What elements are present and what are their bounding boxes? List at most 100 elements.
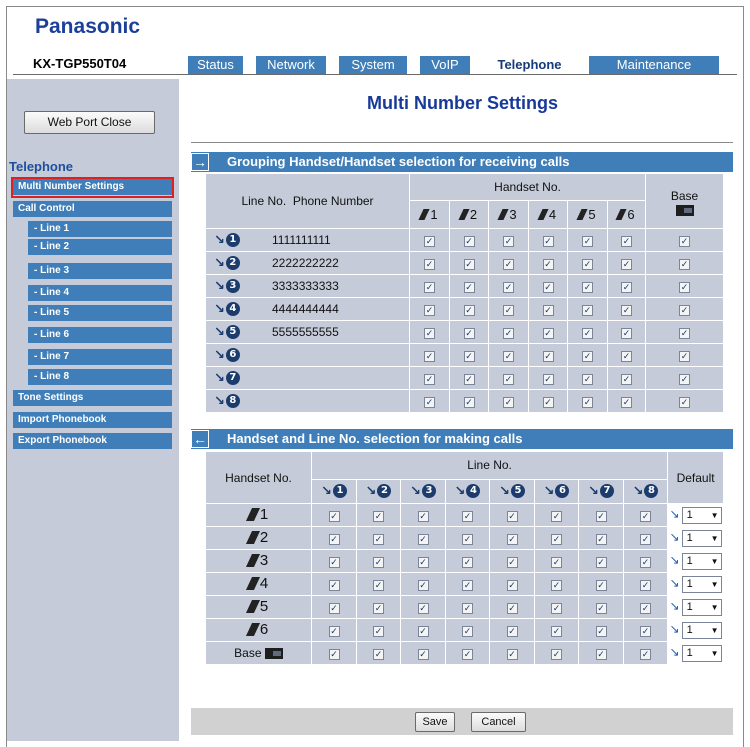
handset-checkbox[interactable]: ✓: [621, 305, 632, 316]
line-checkbox[interactable]: ✓: [640, 557, 652, 568]
handset-checkbox[interactable]: ✓: [424, 305, 435, 316]
handset-checkbox[interactable]: ✓: [503, 305, 514, 316]
line-checkbox[interactable]: ✓: [595, 603, 607, 614]
line-checkbox[interactable]: ✓: [551, 511, 562, 522]
handset-checkbox[interactable]: ✓: [621, 328, 632, 339]
handset-checkbox[interactable]: ✓: [503, 282, 514, 293]
line-checkbox[interactable]: ✓: [373, 557, 384, 568]
line-checkbox[interactable]: ✓: [462, 649, 473, 660]
handset-checkbox[interactable]: ✓: [582, 328, 593, 339]
line-checkbox[interactable]: ✓: [328, 649, 340, 660]
handset-checkbox[interactable]: ✓: [621, 282, 632, 293]
sidebar-item-line-6[interactable]: - Line 6: [28, 327, 172, 343]
base-checkbox[interactable]: ✓: [679, 351, 691, 362]
line-checkbox[interactable]: ✓: [640, 603, 652, 614]
line-checkbox[interactable]: ✓: [373, 603, 384, 614]
line-checkbox[interactable]: ✓: [551, 649, 562, 660]
handset-checkbox[interactable]: ✓: [542, 397, 554, 408]
line-checkbox[interactable]: ✓: [328, 603, 340, 614]
handset-checkbox[interactable]: ✓: [582, 236, 593, 247]
base-checkbox[interactable]: ✓: [679, 374, 691, 385]
line-checkbox[interactable]: ✓: [417, 649, 429, 660]
sidebar-item-line-1[interactable]: - Line 1: [28, 221, 172, 237]
line-checkbox[interactable]: ✓: [640, 534, 652, 545]
save-button[interactable]: Save: [415, 712, 455, 732]
tab-system[interactable]: System: [339, 56, 407, 74]
line-checkbox[interactable]: ✓: [462, 626, 473, 637]
line-checkbox[interactable]: ✓: [595, 534, 607, 545]
sidebar-item-line-2[interactable]: - Line 2: [28, 239, 172, 255]
handset-checkbox[interactable]: ✓: [424, 397, 435, 408]
line-checkbox[interactable]: ✓: [417, 580, 429, 591]
sidebar-item-export-phonebook[interactable]: Export Phonebook: [13, 433, 172, 449]
handset-checkbox[interactable]: ✓: [621, 351, 632, 362]
line-checkbox[interactable]: ✓: [640, 580, 652, 591]
line-checkbox[interactable]: ✓: [551, 626, 562, 637]
line-checkbox[interactable]: ✓: [506, 580, 518, 591]
line-checkbox[interactable]: ✓: [506, 511, 518, 522]
handset-checkbox[interactable]: ✓: [621, 374, 632, 385]
handset-checkbox[interactable]: ✓: [424, 328, 435, 339]
web-port-close-button[interactable]: Web Port Close: [24, 111, 155, 134]
line-checkbox[interactable]: ✓: [462, 580, 473, 591]
base-checkbox[interactable]: ✓: [679, 236, 691, 247]
line-checkbox[interactable]: ✓: [462, 557, 473, 568]
line-checkbox[interactable]: ✓: [640, 511, 652, 522]
base-checkbox[interactable]: ✓: [679, 397, 691, 408]
base-checkbox[interactable]: ✓: [679, 282, 691, 293]
handset-checkbox[interactable]: ✓: [621, 397, 632, 408]
line-checkbox[interactable]: ✓: [328, 557, 340, 568]
tab-status[interactable]: Status: [188, 56, 243, 74]
sidebar-item-call-control[interactable]: Call Control: [13, 201, 172, 217]
line-checkbox[interactable]: ✓: [373, 511, 384, 522]
handset-checkbox[interactable]: ✓: [542, 236, 554, 247]
default-line-select[interactable]: 1 ▼: [681, 575, 722, 593]
default-line-select[interactable]: 1 ▼: [681, 644, 722, 662]
line-checkbox[interactable]: ✓: [595, 626, 607, 637]
line-checkbox[interactable]: ✓: [417, 626, 429, 637]
handset-checkbox[interactable]: ✓: [463, 328, 475, 339]
line-checkbox[interactable]: ✓: [462, 603, 473, 614]
handset-checkbox[interactable]: ✓: [542, 351, 554, 362]
default-line-select[interactable]: 1 ▼: [681, 552, 722, 570]
handset-checkbox[interactable]: ✓: [542, 328, 554, 339]
handset-checkbox[interactable]: ✓: [463, 351, 475, 362]
line-checkbox[interactable]: ✓: [417, 603, 429, 614]
handset-checkbox[interactable]: ✓: [463, 305, 475, 316]
sidebar-item-line-8[interactable]: - Line 8: [28, 369, 172, 385]
tab-network[interactable]: Network: [256, 56, 326, 74]
handset-checkbox[interactable]: ✓: [542, 259, 554, 270]
handset-checkbox[interactable]: ✓: [424, 351, 435, 362]
line-checkbox[interactable]: ✓: [640, 649, 652, 660]
default-line-select[interactable]: 1 ▼: [681, 529, 722, 547]
line-checkbox[interactable]: ✓: [417, 534, 429, 545]
tab-maintenance[interactable]: Maintenance: [589, 56, 719, 74]
handset-checkbox[interactable]: ✓: [542, 374, 554, 385]
handset-checkbox[interactable]: ✓: [424, 374, 435, 385]
line-checkbox[interactable]: ✓: [640, 626, 652, 637]
line-checkbox[interactable]: ✓: [417, 557, 429, 568]
line-checkbox[interactable]: ✓: [595, 649, 607, 660]
default-line-select[interactable]: 1 ▼: [681, 506, 722, 524]
line-checkbox[interactable]: ✓: [417, 511, 429, 522]
handset-checkbox[interactable]: ✓: [621, 236, 632, 247]
sidebar-item-line-4[interactable]: - Line 4: [28, 285, 172, 301]
sidebar-item-line-3[interactable]: - Line 3: [28, 263, 172, 279]
handset-checkbox[interactable]: ✓: [621, 259, 632, 270]
handset-checkbox[interactable]: ✓: [503, 328, 514, 339]
default-line-select[interactable]: 1 ▼: [681, 621, 722, 639]
line-checkbox[interactable]: ✓: [551, 580, 562, 591]
base-checkbox[interactable]: ✓: [679, 328, 691, 339]
line-checkbox[interactable]: ✓: [595, 557, 607, 568]
base-checkbox[interactable]: ✓: [679, 305, 691, 316]
line-checkbox[interactable]: ✓: [506, 534, 518, 545]
handset-checkbox[interactable]: ✓: [582, 351, 593, 362]
handset-checkbox[interactable]: ✓: [463, 259, 475, 270]
tab-telephone[interactable]: Telephone: [483, 56, 576, 74]
handset-checkbox[interactable]: ✓: [542, 305, 554, 316]
handset-checkbox[interactable]: ✓: [582, 305, 593, 316]
handset-checkbox[interactable]: ✓: [542, 282, 554, 293]
sidebar-item-tone-settings[interactable]: Tone Settings: [13, 390, 172, 406]
handset-checkbox[interactable]: ✓: [582, 259, 593, 270]
tab-voip[interactable]: VoIP: [420, 56, 470, 74]
